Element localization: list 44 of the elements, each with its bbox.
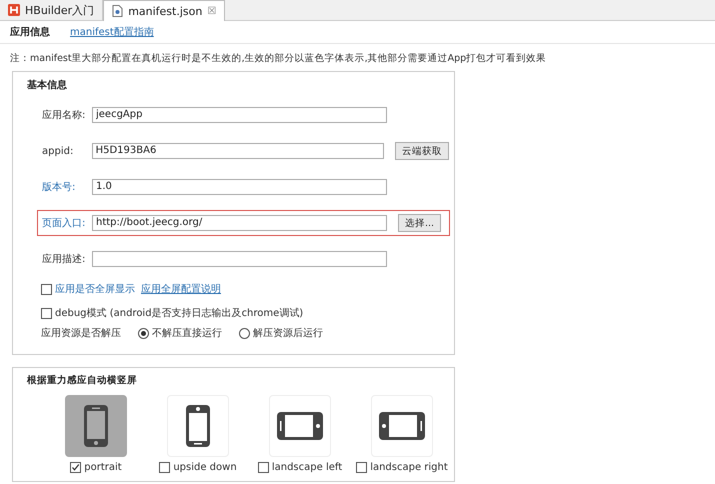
checkbox-label[interactable]: 应用是否全屏显示: [55, 282, 135, 296]
checkbox-label[interactable]: debug模式 (android是否支持日志输出及chrome调试): [55, 306, 304, 320]
guide-link[interactable]: manifest配置指南: [70, 25, 154, 39]
input-field[interactable]: H5D193BA6: [92, 143, 384, 159]
close-icon[interactable]: ☒: [207, 6, 216, 16]
app-logo-icon: [8, 4, 20, 16]
field-label: appid:: [42, 146, 74, 156]
checkbox[interactable]: [159, 462, 170, 473]
checkbox-label[interactable]: upside down: [173, 462, 237, 473]
note-text: 注：manifest里大部分配置在真机运行时是不生效的,生效的部分以蓝色字体表示,其他部分需要通过App打包才可看到效果: [9, 52, 548, 65]
checkbox[interactable]: [356, 462, 368, 473]
checkbox[interactable]: [41, 308, 52, 318]
section-title: 根据重力感应自动横竖屏: [27, 374, 138, 387]
checkbox-label[interactable]: landscape left: [272, 462, 342, 473]
phone-portrait-icon: [82, 403, 110, 449]
page-tab[interactable]: 应用信息: [10, 25, 50, 39]
radio-button[interactable]: [138, 328, 149, 338]
field-label: 版本号:: [42, 180, 76, 194]
radio-label[interactable]: 解压资源后运行: [253, 326, 323, 340]
input-field[interactable]: 1.0: [92, 179, 387, 195]
checkbox-label[interactable]: portrait: [84, 462, 122, 473]
phone-landscape-icon: [377, 410, 427, 442]
help-link[interactable]: 应用全屏配置说明: [141, 282, 221, 296]
field-button[interactable]: 选择...: [398, 214, 442, 232]
phone-landscape-icon: [275, 410, 325, 442]
radio-button[interactable]: [239, 328, 250, 338]
checkbox[interactable]: [41, 284, 52, 294]
field-button[interactable]: 云端获取: [395, 142, 449, 160]
orientation-tile[interactable]: [65, 395, 127, 457]
input-field[interactable]: jeecgApp: [92, 107, 387, 123]
section-title: 基本信息: [27, 78, 68, 92]
field-label: 应用名称:: [42, 108, 86, 122]
checkbox[interactable]: [258, 462, 269, 473]
field-label: 应用描述:: [42, 252, 86, 266]
file-icon: [112, 5, 124, 17]
radio-label[interactable]: 不解压直接运行: [152, 326, 222, 340]
option-label: 应用资源是否解压: [41, 326, 121, 340]
input-field[interactable]: [92, 251, 387, 267]
phone-upside-down-icon: [184, 403, 212, 449]
checkbox[interactable]: [70, 462, 82, 473]
editor-tab[interactable]: manifest.json ☒: [103, 0, 226, 21]
checkbox-label[interactable]: landscape right: [370, 462, 448, 473]
field-label: 页面入口:: [42, 216, 86, 230]
input-field[interactable]: http://boot.jeecg.org/: [92, 215, 387, 231]
